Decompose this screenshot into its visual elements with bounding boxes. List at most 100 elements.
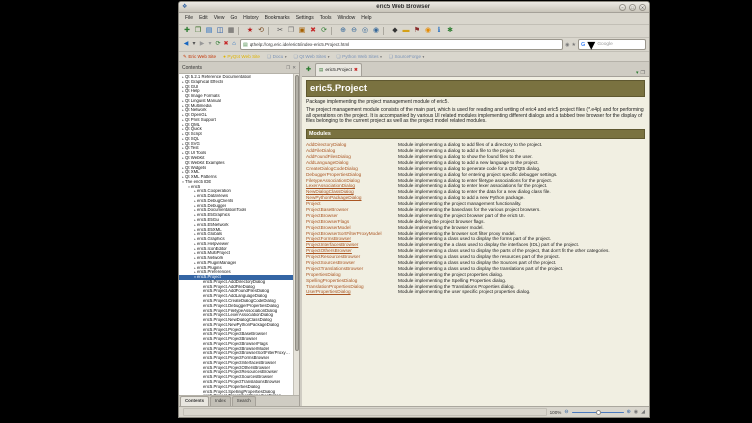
translate-icon[interactable]: ⚑ [412, 26, 422, 36]
feed-icon[interactable]: ◉ [565, 42, 569, 48]
module-link[interactable]: ProjectInterfacesBrowser [306, 242, 394, 247]
close-button[interactable]: ✕ [639, 4, 646, 11]
module-link[interactable]: ProjectBaseBrowser [306, 207, 394, 212]
bookmark-page-icon[interactable]: ★ [572, 42, 576, 48]
toolbar-icon[interactable] [383, 27, 388, 35]
bookmark-item[interactable]: ❏ Qt Web Sites ▾ [294, 54, 330, 60]
module-link[interactable]: FiletypeAssociationDialog [306, 178, 394, 183]
zoom-reset-icon[interactable]: ◎ [360, 26, 370, 36]
zoom-slider-handle[interactable] [596, 410, 601, 415]
find-icon[interactable]: ◉ [371, 26, 381, 36]
zoom-in-icon[interactable]: ⊕ [627, 409, 631, 415]
toolbar-icon[interactable] [238, 27, 243, 35]
module-link[interactable]: UserPropertiesDialog [306, 289, 394, 294]
title-bar[interactable]: ❖ eric5 Web Browser − □ ✕ [179, 2, 649, 13]
new-window-icon[interactable]: ❐ [193, 26, 203, 36]
bookmark-item[interactable]: ● PyQt4 Web Site [223, 54, 260, 59]
forward-menu-icon[interactable]: ▾ [206, 38, 214, 51]
bookmark-item[interactable]: ❏ Python Web Sites ▾ [337, 54, 382, 60]
home-icon[interactable]: ⌂ [230, 38, 238, 51]
history-icon[interactable]: ⟲ [256, 26, 266, 36]
tree-scrollbar[interactable] [293, 74, 299, 395]
menu-item[interactable]: Settings [293, 13, 317, 24]
module-link[interactable]: AddFileDialog [306, 148, 394, 153]
module-link[interactable]: TranslationPropertiesDialog [306, 284, 394, 289]
float-dock-icon[interactable]: ❐ [286, 65, 290, 71]
zoom-reset-icon[interactable]: ◉ [634, 409, 638, 415]
feed-icon[interactable]: ◉ [423, 26, 433, 36]
close-dock-icon[interactable]: ✕ [292, 65, 296, 71]
tab-list-icon[interactable]: ▾ [636, 70, 639, 76]
cut-icon[interactable]: ✂ [275, 26, 285, 36]
menu-item[interactable]: View [211, 13, 228, 24]
menu-item[interactable]: File [182, 13, 196, 24]
module-link[interactable]: CreateDialogCodeDialog [306, 166, 394, 171]
module-link[interactable]: ProjectBrowserSortFilterProxyModel [306, 231, 394, 236]
menu-item[interactable]: Go [227, 13, 240, 24]
url-input[interactable]: ▤ qthelp://org.eric.ide/eric5/index-eric… [240, 39, 563, 50]
bookmark-icon[interactable]: ★ [245, 26, 255, 36]
module-link[interactable]: AddLanguageDialog [306, 160, 394, 165]
sidebar-tab[interactable]: Index [210, 396, 231, 406]
module-link[interactable]: LexerAssociationDialog [306, 183, 394, 188]
zoom-in-icon[interactable]: ⊕ [338, 26, 348, 36]
sidebar-tab[interactable]: Contents [180, 396, 209, 406]
stop-icon[interactable]: ✖ [222, 38, 230, 51]
close-tab-icon[interactable]: ✖ [354, 67, 358, 73]
search-engine-icon[interactable]: G [581, 42, 585, 48]
zoom-out-icon[interactable]: ⊖ [564, 409, 568, 415]
module-link[interactable]: ProjectTranslationsBrowser [306, 266, 394, 271]
sidebar-tab[interactable]: Search [232, 396, 256, 406]
menu-item[interactable]: Edit [196, 13, 211, 24]
menu-item[interactable]: History [240, 13, 262, 24]
save-icon[interactable]: ◫ [215, 26, 225, 36]
tab-active[interactable]: ▤ eric5.Project ✖ [315, 63, 362, 76]
toolbar-icon[interactable] [268, 27, 273, 35]
zoom-slider[interactable] [572, 409, 624, 416]
module-link[interactable]: Project [306, 201, 394, 206]
paste-icon[interactable]: ▣ [297, 26, 307, 36]
menu-item[interactable]: Tools [317, 13, 335, 24]
module-link[interactable]: ProjectSourcesBrowser [306, 260, 394, 265]
module-link[interactable]: AddFoundFilesDialog [306, 154, 394, 159]
resize-grip-icon[interactable]: ◢ [641, 409, 645, 415]
module-link[interactable]: ProjectBrowserFlags [306, 219, 394, 224]
reload-icon[interactable]: ⟳ [319, 26, 329, 36]
maximize-button[interactable]: □ [629, 4, 636, 11]
menu-item[interactable]: Bookmarks [262, 13, 293, 24]
module-link[interactable]: ProjectResourcesBrowser [306, 254, 394, 259]
module-link[interactable]: ProjectFormsBrowser [306, 236, 394, 241]
copy-icon[interactable]: ❐ [286, 26, 296, 36]
module-link[interactable]: PropertiesDialog [306, 272, 394, 277]
back-icon[interactable]: ◀ [182, 38, 190, 51]
module-link[interactable]: NewPythonPackageDialog [306, 195, 394, 200]
module-link[interactable]: ProjectBrowserModel [306, 225, 394, 230]
preferences-icon[interactable]: ✱ [445, 26, 455, 36]
menu-item[interactable]: Window [334, 13, 358, 24]
forward-icon[interactable]: ▶ [198, 38, 206, 51]
menu-item[interactable]: Help [358, 13, 374, 24]
tree-scrollbar-thumb[interactable] [295, 75, 299, 351]
stop-icon[interactable]: ✖ [308, 26, 318, 36]
back-menu-icon[interactable]: ▾ [190, 38, 198, 51]
language-flag-icon[interactable]: ▬ [401, 26, 411, 36]
bookmark-item[interactable]: ❏ Docu ▾ [267, 54, 287, 60]
zoom-out-icon[interactable]: ⊖ [349, 26, 359, 36]
toolbar-icon[interactable] [331, 27, 336, 35]
search-input[interactable]: G ▾ Google [578, 39, 646, 50]
print-icon[interactable]: ▦ [226, 26, 236, 36]
bookmark-item[interactable]: ✎ Eric Web Site [183, 54, 216, 60]
module-link[interactable]: DebuggerPropertiesDialog [306, 172, 394, 177]
module-link[interactable]: ProjectBrowser [306, 213, 394, 218]
module-link[interactable]: ProjectOthersBrowser [306, 248, 394, 253]
new-tab-icon[interactable]: ✚ [182, 26, 192, 36]
open-file-icon[interactable]: ▤ [204, 26, 214, 36]
module-link[interactable]: AddDirectoryDialog [306, 142, 394, 147]
closed-tabs-icon[interactable]: ❐ [641, 70, 645, 76]
bookmark-item[interactable]: ❏ SourceForge ▾ [389, 54, 424, 60]
module-link[interactable]: SpellingPropertiesDialog [306, 278, 394, 283]
module-link[interactable]: NewDialogClassDialog [306, 189, 394, 194]
minimize-button[interactable]: − [619, 4, 626, 11]
reload-icon[interactable]: ⟳ [214, 38, 222, 51]
privacy-icon[interactable]: ◆ [390, 26, 400, 36]
